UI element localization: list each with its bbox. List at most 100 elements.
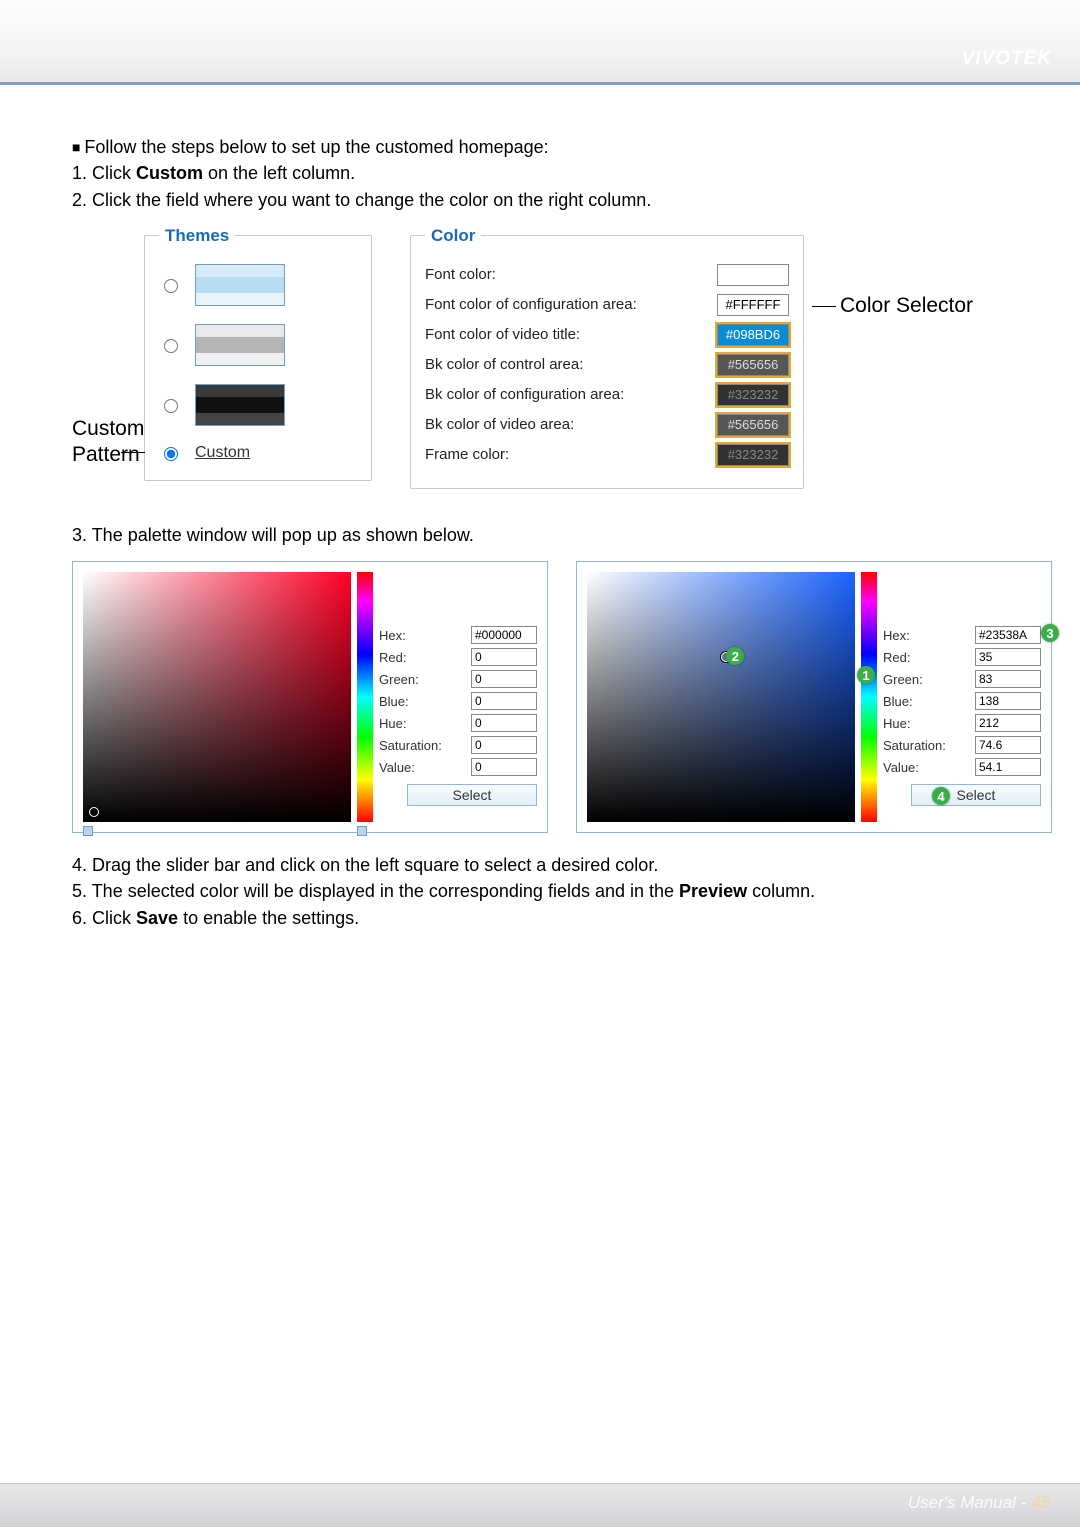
theme-radio-3[interactable] <box>164 399 178 413</box>
color-row: Font color of video title:#098BD6 <box>425 324 789 346</box>
p1-green-input[interactable] <box>471 670 537 688</box>
sv-area-1[interactable] <box>83 572 351 822</box>
theme-swatch-1 <box>195 264 285 306</box>
slider-track-1[interactable] <box>83 826 367 838</box>
color-hex-swatch[interactable]: #FFFFFF <box>717 294 789 316</box>
p2-hue-input[interactable] <box>975 714 1041 732</box>
page-content: Follow the steps below to set up the cus… <box>0 85 1080 930</box>
themes-color-panel: Custom Pattern Themes <box>72 226 1052 489</box>
p1-lbl-red: Red: <box>379 650 471 665</box>
color-row: Font color: <box>425 264 789 286</box>
color-row-label: Font color of configuration area: <box>425 296 717 313</box>
p2-sat-input[interactable] <box>975 736 1041 754</box>
badge-3: 3 <box>1041 624 1059 642</box>
color-row: Frame color:#323232 <box>425 444 789 466</box>
custom-pattern-line2: Pattern <box>72 443 140 466</box>
step5-pre: 5. The selected color will be displayed … <box>72 881 679 901</box>
color-row-label: Font color: <box>425 266 717 283</box>
themes-fieldset: Themes Custom <box>144 226 372 481</box>
page-footer: User's Manual - 45 <box>0 1483 1080 1527</box>
custom-pattern-line1: Custom <box>72 417 144 440</box>
p1-lbl-hex: Hex: <box>379 628 471 643</box>
color-hex-swatch[interactable]: #323232 <box>717 384 789 406</box>
step1-pre: 1. Click <box>72 163 136 183</box>
p2-lbl-val: Value: <box>883 760 975 775</box>
color-hex-swatch[interactable]: #098BD6 <box>717 324 789 346</box>
color-hex-swatch[interactable]: #323232 <box>717 444 789 466</box>
step1-bold: Custom <box>136 163 203 183</box>
theme-swatch-2 <box>195 324 285 366</box>
theme-option-1[interactable] <box>159 264 357 306</box>
select-button-2-label: Select <box>957 787 996 803</box>
palette-2: 2 1 Hex: Red: Green: Blue: Hue: Saturati… <box>576 561 1052 833</box>
p2-lbl-red: Red: <box>883 650 975 665</box>
p2-lbl-blue: Blue: <box>883 694 975 709</box>
color-hex-swatch[interactable] <box>717 264 789 286</box>
color-row-label: Bk color of configuration area: <box>425 386 717 403</box>
p1-lbl-val: Value: <box>379 760 471 775</box>
p1-hex-input[interactable] <box>471 626 537 644</box>
p2-val-input[interactable] <box>975 758 1041 776</box>
color-row: Bk color of control area:#565656 <box>425 354 789 376</box>
theme-radio-1[interactable] <box>164 279 178 293</box>
color-row: Bk color of configuration area:#323232 <box>425 384 789 406</box>
palettes-row: Hex: Red: Green: Blue: Hue: Saturation: … <box>72 561 1052 833</box>
palette2-values: Hex: Red: Green: Blue: Hue: Saturation: … <box>883 572 1041 806</box>
custom-pattern-label: Custom Pattern <box>72 226 144 469</box>
p2-lbl-sat: Saturation: <box>883 738 975 753</box>
p2-lbl-hue: Hue: <box>883 716 975 731</box>
step6-pre: 6. Click <box>72 908 136 928</box>
theme-radio-custom[interactable] <box>164 447 178 461</box>
brand-logo: VIVOTEK <box>962 48 1052 70</box>
step5-post: column. <box>747 881 815 901</box>
sv-cursor-1[interactable] <box>89 807 99 817</box>
p1-val-input[interactable] <box>471 758 537 776</box>
p1-blue-input[interactable] <box>471 692 537 710</box>
sv-area-2[interactable]: 2 <box>587 572 855 822</box>
theme-swatch-3 <box>195 384 285 426</box>
step-2: 2. Click the field where you want to cha… <box>72 188 1052 212</box>
themes-legend: Themes <box>159 226 235 246</box>
hue-strip-1[interactable] <box>357 572 373 822</box>
p2-red-input[interactable] <box>975 648 1041 666</box>
step-6: 6. Click Save to enable the settings. <box>72 906 1052 930</box>
page-header: VIVOTEK <box>0 0 1080 85</box>
p2-lbl-green: Green: <box>883 672 975 687</box>
color-row-label: Bk color of control area: <box>425 356 717 373</box>
p1-lbl-blue: Blue: <box>379 694 471 709</box>
step-1: 1. Click Custom on the left column. <box>72 161 1052 185</box>
p2-hex-input[interactable] <box>975 626 1041 644</box>
color-row-label: Font color of video title: <box>425 326 717 343</box>
theme-radio-2[interactable] <box>164 339 178 353</box>
badge-4: 4 <box>932 787 950 805</box>
custom-link[interactable]: Custom <box>195 444 250 462</box>
color-row-label: Bk color of video area: <box>425 416 717 433</box>
palette-1: Hex: Red: Green: Blue: Hue: Saturation: … <box>72 561 548 833</box>
theme-option-3[interactable] <box>159 384 357 426</box>
footer-page: 45 <box>1031 1493 1050 1512</box>
step5-bold: Preview <box>679 881 747 901</box>
p1-red-input[interactable] <box>471 648 537 666</box>
p1-hue-input[interactable] <box>471 714 537 732</box>
intro-bullet: Follow the steps below to set up the cus… <box>72 135 1052 159</box>
p2-green-input[interactable] <box>975 670 1041 688</box>
footer-label: User's Manual - <box>908 1493 1031 1512</box>
p2-blue-input[interactable] <box>975 692 1041 710</box>
step-3: 3. The palette window will pop up as sho… <box>72 523 1052 547</box>
color-selector-label: Color Selector <box>812 226 973 318</box>
p1-sat-input[interactable] <box>471 736 537 754</box>
color-hex-swatch[interactable]: #565656 <box>717 414 789 436</box>
select-button-1[interactable]: Select <box>407 784 537 806</box>
select-button-2[interactable]: 4 Select <box>911 784 1041 806</box>
p1-lbl-sat: Saturation: <box>379 738 471 753</box>
hue-strip-2[interactable] <box>861 572 877 822</box>
theme-option-2[interactable] <box>159 324 357 366</box>
color-row: Font color of configuration area:#FFFFFF <box>425 294 789 316</box>
p2-lbl-hex: Hex: <box>883 628 975 643</box>
step1-post: on the left column. <box>203 163 355 183</box>
p1-lbl-green: Green: <box>379 672 471 687</box>
theme-option-custom[interactable]: Custom <box>159 444 357 462</box>
palette1-values: Hex: Red: Green: Blue: Hue: Saturation: … <box>379 572 537 806</box>
color-hex-swatch[interactable]: #565656 <box>717 354 789 376</box>
footer-text: User's Manual - 45 <box>908 1493 1050 1513</box>
